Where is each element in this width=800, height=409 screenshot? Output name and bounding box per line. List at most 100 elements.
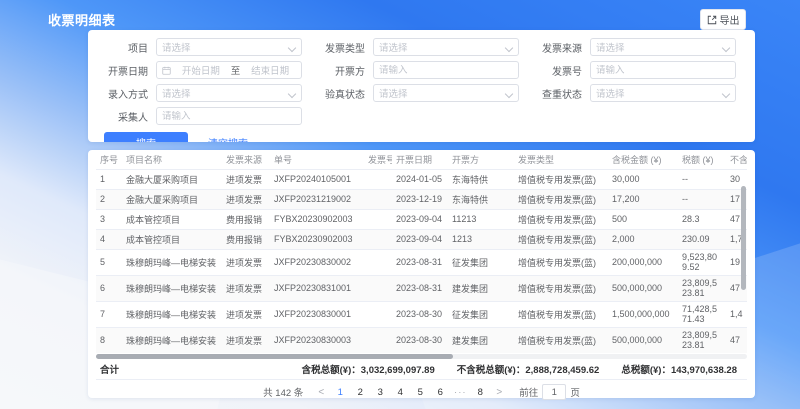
- cell-invoice-no: [364, 209, 392, 229]
- invoice-table: 序号 项目名称 发票来源 单号 发票号 开票日期 开票方 发票类型 含税金额 (…: [96, 150, 747, 353]
- cell-net: 47: [726, 327, 747, 353]
- page-number-1[interactable]: 1: [333, 385, 347, 400]
- cell-type: 增值税专用发票(蓝): [514, 275, 608, 301]
- verify-status-filter-label: 验真状态: [313, 86, 373, 101]
- cell-order: FYBX20230902003: [270, 229, 364, 249]
- table-row: 2 金融大厦采购项目 进项发票 JXFP20231219002 2023-12-…: [96, 189, 747, 209]
- more-pages-ellipsis[interactable]: ···: [453, 385, 467, 400]
- calendar-icon: [162, 66, 171, 75]
- cell-amount: 17,200: [608, 189, 678, 209]
- cell-source: 进项发票: [222, 189, 270, 209]
- pagination: 共 142 条 < 1 2 3 4 5 6 ··· 8 > 前往 页: [96, 380, 747, 404]
- cell-party: 东海特供: [448, 169, 514, 189]
- cell-order: JXFP20230831001: [270, 275, 364, 301]
- cell-amount: 200,000,000: [608, 249, 678, 275]
- invoice-date-range-picker[interactable]: 开始日期 至 结束日期: [156, 61, 302, 79]
- verify-status-select[interactable]: 请选择: [373, 84, 519, 102]
- cell-date: 2023-08-31: [392, 249, 448, 275]
- pagination-total: 共 142 条: [263, 385, 303, 399]
- cell-amount: 500,000,000: [608, 275, 678, 301]
- dup-status-select[interactable]: 请选择: [590, 84, 736, 102]
- cell-source: 进项发票: [222, 169, 270, 189]
- col-header-net: 不含税金额 (¥): [726, 150, 747, 169]
- cell-project: 金融大厦采购项目: [122, 189, 222, 209]
- page-number-2[interactable]: 2: [353, 385, 367, 400]
- jump-to-suffix: 页: [570, 385, 580, 399]
- prev-page-arrow[interactable]: <: [315, 387, 327, 398]
- chevron-down-icon: [506, 44, 513, 51]
- project-select[interactable]: 请选择: [156, 38, 302, 56]
- cell-tax: --: [678, 189, 726, 209]
- table-row: 1 金融大厦采购项目 进项发票 JXFP20240105001 2024-01-…: [96, 169, 747, 189]
- cell-order: JXFP20230830002: [270, 249, 364, 275]
- cell-order: JXFP20230830001: [270, 301, 364, 327]
- cell-tax: 23,809,523.81: [678, 275, 726, 301]
- cell-invoice-no: [364, 189, 392, 209]
- clear-search-link[interactable]: 清空搜索: [208, 135, 248, 142]
- vertical-scrollbar-thumb[interactable]: [741, 186, 746, 290]
- issuer-input-wrapper: [373, 61, 519, 79]
- cell-source: 进项发票: [222, 249, 270, 275]
- cell-party: 征发集团: [448, 301, 514, 327]
- collector-input[interactable]: [162, 111, 296, 122]
- page-number-4[interactable]: 4: [393, 385, 407, 400]
- horizontal-scrollbar-thumb[interactable]: [96, 354, 453, 359]
- search-button[interactable]: 搜索: [104, 132, 188, 142]
- table-row: 6 珠穆朗玛峰—电梯安装 进项发票 JXFP20230831001 2023-0…: [96, 275, 747, 301]
- cell-tax: 23,809,523.81: [678, 327, 726, 353]
- table-scroll-area: 序号 项目名称 发票来源 单号 发票号 开票日期 开票方 发票类型 含税金额 (…: [96, 150, 747, 353]
- invoice-date-filter-label: 开票日期: [96, 63, 156, 78]
- issuer-input[interactable]: [379, 65, 513, 76]
- col-header-no: 序号: [96, 150, 122, 169]
- collector-input-wrapper: [156, 107, 302, 125]
- page-number-8[interactable]: 8: [473, 385, 487, 400]
- col-header-project: 项目名称: [122, 150, 222, 169]
- verify-status-select-placeholder: 请选择: [379, 86, 502, 100]
- cell-date: 2023-09-04: [392, 229, 448, 249]
- cell-tax: 9,523,809.52: [678, 249, 726, 275]
- horizontal-scrollbar-track[interactable]: [96, 354, 747, 359]
- page-number-3[interactable]: 3: [373, 385, 387, 400]
- jump-to-label: 前往: [519, 385, 538, 399]
- cell-party: 11213: [448, 209, 514, 229]
- cell-party: 征发集团: [448, 249, 514, 275]
- table-row: 7 珠穆朗玛峰—电梯安装 进项发票 JXFP20230830001 2023-0…: [96, 301, 747, 327]
- col-header-order: 单号: [270, 150, 364, 169]
- cell-date: 2024-01-05: [392, 169, 448, 189]
- entry-method-select[interactable]: 请选择: [156, 84, 302, 102]
- invoice-type-select[interactable]: 请选择: [373, 38, 519, 56]
- cell-invoice-no: [364, 229, 392, 249]
- page-number-5[interactable]: 5: [413, 385, 427, 400]
- page-number-6[interactable]: 6: [433, 385, 447, 400]
- cell-tax: --: [678, 169, 726, 189]
- cell-project: 珠穆朗玛峰—电梯安装: [122, 301, 222, 327]
- invoice-no-input[interactable]: [596, 65, 730, 76]
- cell-amount: 1,500,000,000: [608, 301, 678, 327]
- cell-project: 成本管控项目: [122, 229, 222, 249]
- cell-date: 2023-08-31: [392, 275, 448, 301]
- cell-date: 2023-08-30: [392, 301, 448, 327]
- end-date-placeholder: 结束日期: [244, 63, 296, 77]
- chevron-down-icon: [289, 44, 296, 51]
- cell-source: 进项发票: [222, 327, 270, 353]
- cell-invoice-no: [364, 327, 392, 353]
- table-header-row: 序号 项目名称 发票来源 单号 发票号 开票日期 开票方 发票类型 含税金额 (…: [96, 150, 747, 169]
- invoice-source-select[interactable]: 请选择: [590, 38, 736, 56]
- cell-order: JXFP20231219002: [270, 189, 364, 209]
- summary-row: 合计 含税总额(¥)：3,032,699,097.89 不含税总额(¥)：2,8…: [96, 359, 747, 380]
- col-header-invoice-no: 发票号: [364, 150, 392, 169]
- export-button-label: 导出: [720, 12, 740, 27]
- cell-invoice-no: [364, 249, 392, 275]
- chevron-down-icon: [723, 90, 730, 97]
- tax-total: 总税额(¥)：143,970,638.28: [621, 362, 737, 376]
- project-select-placeholder: 请选择: [162, 40, 285, 54]
- jump-to-page-input[interactable]: [542, 384, 566, 400]
- export-button[interactable]: 导出: [700, 9, 746, 30]
- next-page-arrow[interactable]: >: [493, 387, 505, 398]
- table-row: 5 珠穆朗玛峰—电梯安装 进项发票 JXFP20230830002 2023-0…: [96, 249, 747, 275]
- project-filter-label: 项目: [96, 40, 156, 55]
- invoice-type-select-placeholder: 请选择: [379, 40, 502, 54]
- entry-method-select-placeholder: 请选择: [162, 86, 285, 100]
- invoice-type-filter-label: 发票类型: [313, 40, 373, 55]
- cell-party: 建发集团: [448, 327, 514, 353]
